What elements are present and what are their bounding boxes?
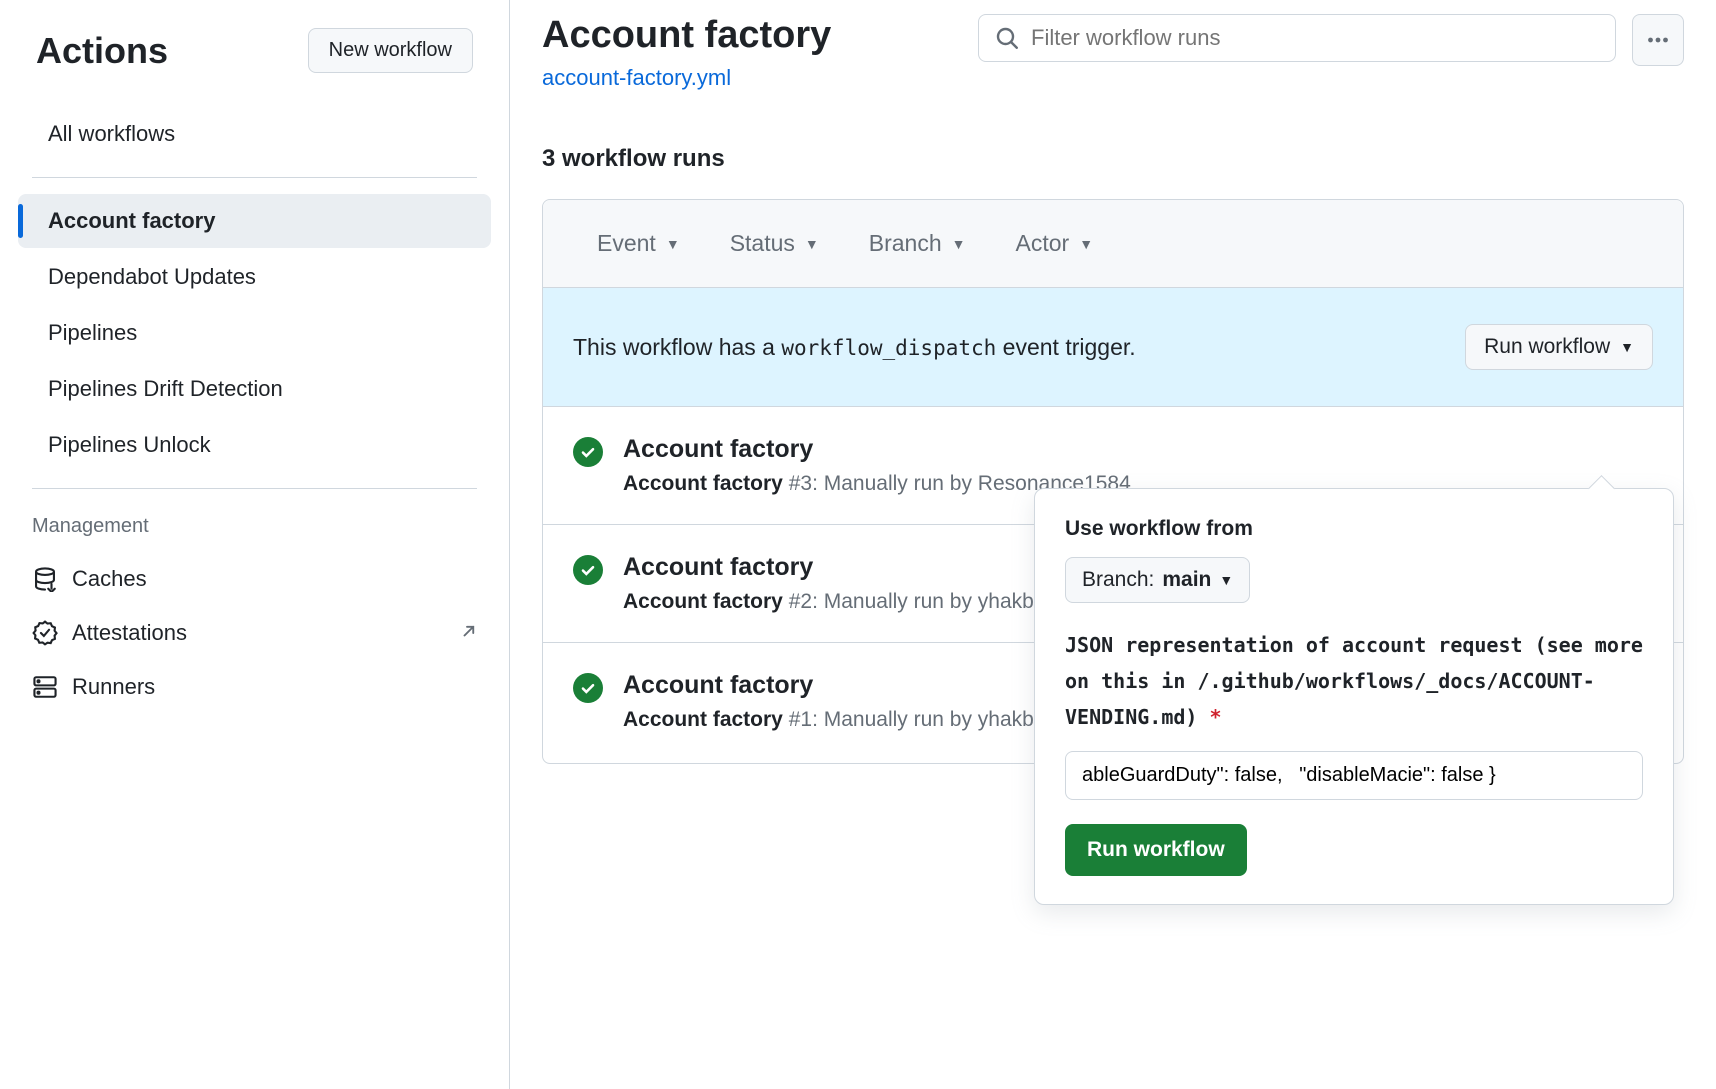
success-icon <box>573 673 603 703</box>
database-icon <box>32 566 58 592</box>
sidebar-item-drift[interactable]: Pipelines Drift Detection <box>18 362 491 416</box>
run-workflow-popover: Use workflow from Branch: main ▼ JSON re… <box>1034 488 1674 905</box>
sidebar-item-all-workflows[interactable]: All workflows <box>18 107 491 161</box>
caret-down-icon: ▼ <box>1620 339 1634 355</box>
dispatch-text: This workflow has a workflow_dispatch ev… <box>573 334 1136 361</box>
sidebar-item-unlock[interactable]: Pipelines Unlock <box>18 418 491 472</box>
json-input-label: JSON representation of account request (… <box>1065 627 1643 735</box>
sidebar-item-account-factory[interactable]: Account factory <box>18 194 491 248</box>
sidebar-item-dependabot[interactable]: Dependabot Updates <box>18 250 491 304</box>
search-icon <box>995 26 1019 50</box>
mgmt-caches[interactable]: Caches <box>18 552 491 606</box>
caret-down-icon: ▼ <box>805 236 819 252</box>
filter-input-wrap[interactable] <box>978 14 1616 62</box>
mgmt-runners[interactable]: Runners <box>18 660 491 714</box>
filter-actor[interactable]: Actor▼ <box>1016 230 1094 257</box>
mgmt-attestations[interactable]: Attestations <box>18 606 491 660</box>
filter-input[interactable] <box>1031 25 1599 51</box>
branch-select[interactable]: Branch: main ▼ <box>1065 557 1250 603</box>
runs-count: 3 workflow runs <box>542 145 1684 173</box>
workflow-file-link[interactable]: account-factory.yml <box>542 65 962 91</box>
mgmt-runners-label: Runners <box>72 674 155 700</box>
sidebar: Actions New workflow All workflows Accou… <box>0 0 510 1089</box>
management-label: Management <box>18 505 491 552</box>
filter-event[interactable]: Event▼ <box>597 230 680 257</box>
divider <box>32 488 477 489</box>
caret-down-icon: ▼ <box>952 236 966 252</box>
verified-icon <box>32 620 58 646</box>
mgmt-caches-label: Caches <box>72 566 147 592</box>
success-icon <box>573 555 603 585</box>
mgmt-attestations-label: Attestations <box>72 620 187 646</box>
run-workflow-dropdown[interactable]: Run workflow ▼ <box>1465 324 1653 370</box>
server-icon <box>32 674 58 700</box>
filter-bar: Event▼ Status▼ Branch▼ Actor▼ <box>543 200 1683 288</box>
success-icon <box>573 437 603 467</box>
external-link-icon <box>457 623 477 643</box>
filter-status[interactable]: Status▼ <box>730 230 819 257</box>
dispatch-banner: This workflow has a workflow_dispatch ev… <box>543 288 1683 407</box>
divider <box>32 177 477 178</box>
caret-down-icon: ▼ <box>1219 572 1233 588</box>
main-content: Account factory account-factory.yml 3 wo… <box>510 0 1716 1089</box>
json-input[interactable] <box>1065 751 1643 800</box>
sidebar-title: Actions <box>36 30 168 72</box>
sidebar-item-pipelines[interactable]: Pipelines <box>18 306 491 360</box>
required-asterisk: * <box>1210 705 1222 729</box>
caret-down-icon: ▼ <box>1079 236 1093 252</box>
kebab-icon <box>1646 28 1670 52</box>
run-workflow-submit-button[interactable]: Run workflow <box>1065 824 1247 876</box>
page-title: Account factory <box>542 14 962 57</box>
filter-branch[interactable]: Branch▼ <box>869 230 966 257</box>
caret-down-icon: ▼ <box>666 236 680 252</box>
new-workflow-button[interactable]: New workflow <box>308 28 473 73</box>
use-from-label: Use workflow from <box>1065 517 1643 541</box>
more-menu-button[interactable] <box>1632 14 1684 66</box>
run-title: Account factory <box>623 435 1653 464</box>
